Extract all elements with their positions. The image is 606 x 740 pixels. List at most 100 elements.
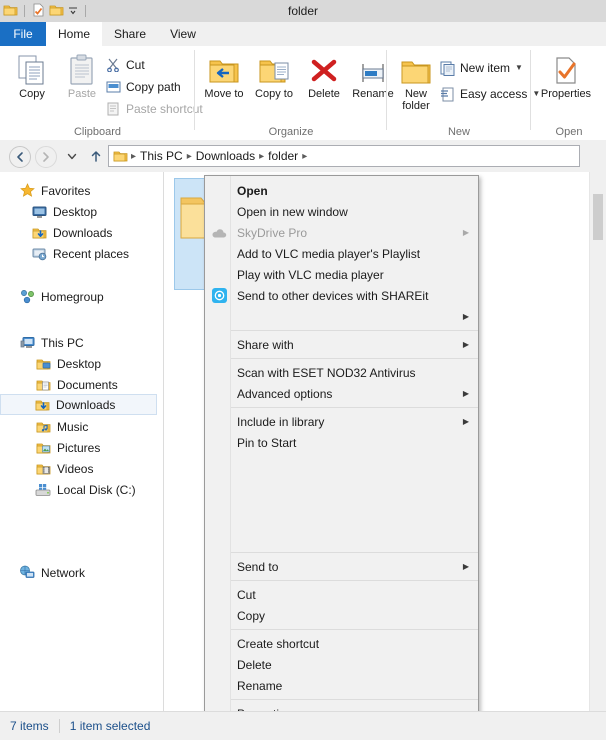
sidebar-item-recent-places[interactable]: Recent places [0,243,129,264]
menu-item-share-with[interactable]: Share with ▶ [205,334,478,355]
sidebar-item-pictures[interactable]: Pictures [0,437,100,458]
downloads-folder-icon [30,225,48,241]
tab-file[interactable]: File [0,22,46,46]
menu-label-send-to: Send to [237,559,279,574]
menu-separator-2 [231,358,478,359]
ribbon-group-open: Properties Open [531,46,606,140]
menu-item-skydrive-pro[interactable]: SkyDrive Pro ▶ [205,222,478,243]
breadcrumb-separator-1[interactable]: ▸ [186,151,193,162]
new-item-button[interactable]: New item ▼ [439,58,523,78]
move-to-button[interactable]: Move to [200,50,248,118]
paste-shortcut-button-label: Paste shortcut [126,102,203,116]
breadcrumb-folder[interactable]: folder [265,149,301,163]
tab-home[interactable]: Home [46,22,102,46]
tab-view[interactable]: View [158,22,208,46]
copy-path-button[interactable]: Copy path [105,77,181,97]
menu-item-send-to-shareit[interactable]: Send to other devices with SHAREit [205,285,478,306]
copy-button-label: Copy [19,88,45,100]
sidebar-label-videos: Videos [57,461,94,476]
menu-item-delete[interactable]: Delete [205,654,478,675]
vertical-scrollbar[interactable] [589,172,606,711]
menu-item-send-to[interactable]: Send to ▶ [205,556,478,577]
sidebar-label-homegroup: Homegroup [41,289,104,304]
menu-item-cut[interactable]: Cut [205,584,478,605]
forward-button[interactable] [35,146,57,168]
sidebar-item-documents[interactable]: Documents [0,374,118,395]
menu-item-include-in-library[interactable]: Include in library ▶ [205,411,478,432]
menu-blank-row-2 [205,474,478,495]
back-button[interactable] [9,146,31,168]
scrollbar-thumb[interactable] [593,194,603,240]
new-folder-button[interactable]: New folder [392,50,440,118]
menu-item-rename[interactable]: Rename [205,675,478,696]
address-path-box[interactable]: ▸ This PC ▸ Downloads ▸ folder ▸ [108,145,580,167]
easy-access-button[interactable]: Easy access ▼ [439,84,540,104]
breadcrumb-separator-0[interactable]: ▸ [130,151,137,162]
new-item-button-label: New item [460,61,511,75]
copy-to-button[interactable]: Copy to [250,50,298,118]
menu-item-unlabeled-submenu[interactable]: ▶ [205,306,478,327]
paste-shortcut-icon [105,101,121,117]
recent-places-icon [30,246,48,262]
menu-item-open-in-new-window[interactable]: Open in new window [205,201,478,222]
sidebar-item-downloads-fav[interactable]: Downloads [0,222,112,243]
recent-locations-button[interactable] [62,146,82,166]
breadcrumb-downloads[interactable]: Downloads [193,149,258,163]
context-menu[interactable]: Open Open in new window SkyDrive Pro ▶ A… [204,175,479,739]
menu-item-open[interactable]: Open [205,180,478,201]
music-folder-icon [34,419,52,435]
star-icon [18,183,36,199]
sidebar-item-local-disk[interactable]: Local Disk (C:) [0,479,136,500]
sidebar-item-this-pc[interactable]: This PC [0,332,84,353]
downloads-folder-icon-2 [33,397,51,413]
paste-shortcut-button[interactable]: Paste shortcut [105,99,203,119]
breadcrumb-separator-2[interactable]: ▸ [258,151,265,162]
menu-item-pin-to-start[interactable]: Pin to Start [205,432,478,453]
move-to-button-label: Move to [204,88,244,100]
delete-icon [309,50,339,86]
breadcrumb-separator-3[interactable]: ▸ [301,151,308,162]
sidebar-item-homegroup[interactable]: Homegroup [0,286,104,307]
sidebar-item-network[interactable]: Network [0,562,85,583]
menu-item-scan-with-eset[interactable]: Scan with ESET NOD32 Antivirus [205,362,478,383]
sidebar-item-favorites[interactable]: Favorites [0,180,90,201]
paste-button[interactable]: Paste [58,50,106,118]
local-disk-icon [34,482,52,498]
shareit-icon [210,287,228,305]
up-button[interactable] [86,146,106,166]
sidebar-label-pictures: Pictures [57,440,101,455]
copy-button[interactable]: Copy [8,50,56,118]
sidebar-label-downloads: Downloads [56,397,116,412]
sidebar-item-desktop-fav[interactable]: Desktop [0,201,97,222]
properties-icon [552,50,580,86]
menu-item-advanced-options[interactable]: Advanced options ▶ [205,383,478,404]
new-folder-icon [400,50,432,86]
delete-button[interactable]: Delete [300,50,348,118]
rename-icon [356,50,390,86]
submenu-arrow-share-with: ▶ [462,339,469,349]
menu-item-play-with-vlc[interactable]: Play with VLC media player [205,264,478,285]
ribbon-group-clipboard: Copy Paste Cut Copy path Paste shortcut … [0,46,203,140]
status-selection: 1 item selected [69,719,151,733]
menu-separator-1 [231,330,478,331]
tab-share[interactable]: Share [102,22,158,46]
menu-blank-row-1 [205,453,478,474]
sidebar-label-documents: Documents [57,377,118,392]
sidebar-item-desktop[interactable]: Desktop [0,353,101,374]
cut-button[interactable]: Cut [105,55,145,75]
sidebar-item-videos[interactable]: Videos [0,458,93,479]
sidebar-item-music[interactable]: Music [0,416,88,437]
copy-path-icon [105,79,121,95]
menu-label-delete: Delete [237,657,272,672]
submenu-arrow-advanced-options: ▶ [462,388,469,398]
sidebar-item-downloads[interactable]: Downloads [0,394,157,415]
properties-button[interactable]: Properties [537,50,595,118]
sidebar-label-network: Network [41,565,86,580]
menu-item-create-shortcut[interactable]: Create shortcut [205,633,478,654]
sidebar-label-music: Music [57,419,89,434]
status-items-count: 7 items [10,719,49,733]
menu-item-copy[interactable]: Copy [205,605,478,626]
status-bar: 7 items 1 item selected [0,711,606,740]
menu-item-add-to-vlc-playlist[interactable]: Add to VLC media player's Playlist [205,243,478,264]
breadcrumb-this-pc[interactable]: This PC [137,149,186,163]
